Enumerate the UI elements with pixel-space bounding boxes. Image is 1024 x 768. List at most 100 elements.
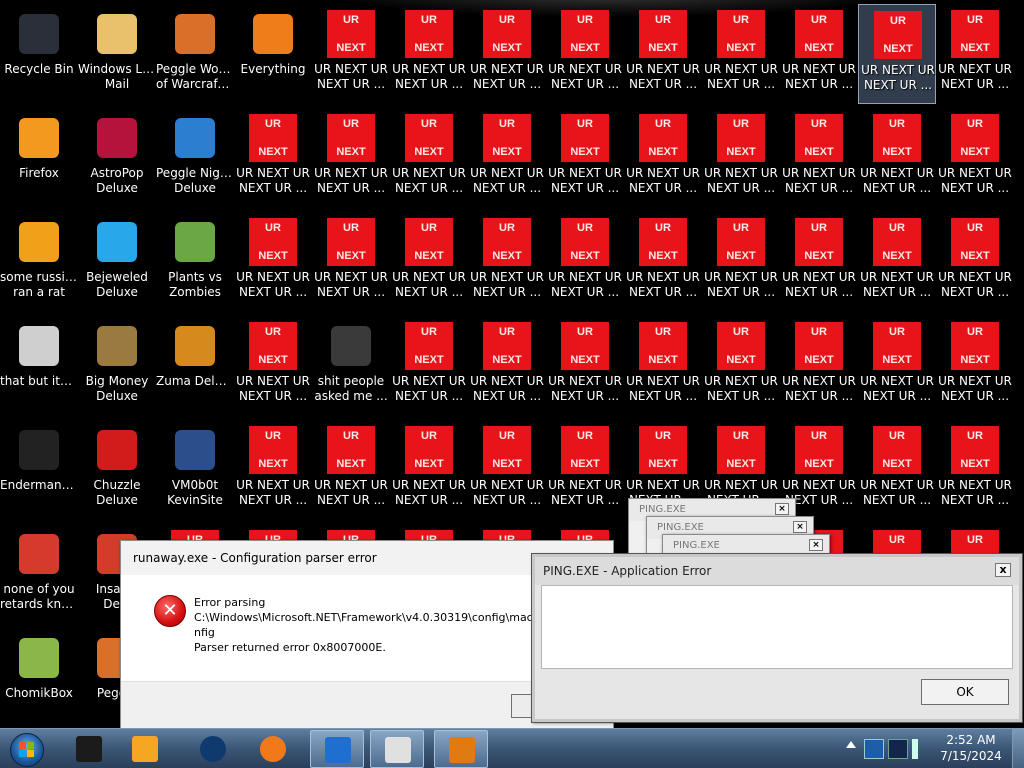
desktop-icon-label: UR NEXT URNEXT UR ...	[624, 166, 702, 196]
ur-next-icon[interactable]: UR NEXT UR NEXT URNEXT UR ...	[780, 316, 858, 416]
ur-next-icon[interactable]: UR NEXT UR NEXT URNEXT UR ...	[858, 108, 936, 208]
ur-next-icon[interactable]: UR NEXT UR NEXT URNEXT UR ...	[234, 316, 312, 416]
error-icon: ✕	[154, 595, 186, 627]
desktop-icon-label: Plants vs Zombies	[156, 270, 234, 300]
taskbar-app-button[interactable]	[62, 730, 116, 768]
ur-next-icon[interactable]: UR NEXT UR NEXT URNEXT UR ...	[702, 316, 780, 416]
ur-next-icon[interactable]: UR NEXT UR NEXT URNEXT UR ...	[936, 108, 1014, 208]
ur-next-icon[interactable]: UR NEXT UR NEXT URNEXT UR ...	[936, 4, 1014, 104]
ur-next-icon[interactable]: UR NEXT UR NEXT URNEXT UR ...	[468, 212, 546, 312]
ur-next-icon[interactable]: UR NEXT UR NEXT URNEXT UR ...	[546, 4, 624, 104]
network-adapter-icon[interactable]	[864, 739, 884, 759]
close-icon[interactable]: ×	[775, 503, 789, 515]
ur-next-icon[interactable]: UR NEXT UR NEXT URNEXT UR ...	[312, 108, 390, 208]
ur-next-icon[interactable]: UR NEXT UR NEXT URNEXT UR ...	[624, 108, 702, 208]
ur-next-icon[interactable]: UR NEXT UR NEXT URNEXT UR ...	[780, 108, 858, 208]
desktop-icon[interactable]: shit people asked me ...	[312, 316, 390, 416]
desktop-icon[interactable]: some russian ran a rat	[0, 212, 78, 312]
ur-next-icon[interactable]: UR NEXT UR NEXT URNEXT UR ...	[234, 420, 312, 520]
next-text: NEXT	[960, 146, 990, 158]
ur-next-icon[interactable]: UR NEXT UR NEXT URNEXT UR ...	[390, 316, 468, 416]
label-line: of Warcraft ...	[156, 77, 234, 91]
ur-text: UR	[733, 118, 749, 130]
ur-next-icon[interactable]: UR NEXT UR NEXT URNEXT UR ...	[858, 4, 936, 104]
desktop-icon[interactable]: Windows Live Mail	[78, 4, 156, 104]
desktop-icon[interactable]: Peggle Nights Deluxe	[156, 108, 234, 208]
ur-next-icon[interactable]: UR NEXT UR NEXT URNEXT UR ...	[468, 316, 546, 416]
ok-button[interactable]: OK	[921, 679, 1009, 705]
ur-next-icon[interactable]: UR NEXT UR NEXT URNEXT UR ...	[546, 420, 624, 520]
desktop-icon-label: UR NEXT URNEXT UR ...	[546, 374, 624, 404]
ur-next-icon[interactable]: UR NEXT UR NEXT URNEXT UR ...	[936, 316, 1014, 416]
desktop-icon[interactable]: Zuma Deluxe	[156, 316, 234, 416]
ur-next-icon[interactable]: UR NEXT UR NEXT URNEXT UR ...	[780, 4, 858, 104]
label-line: NEXT UR ...	[628, 181, 698, 195]
peggle-nights-icon	[175, 118, 215, 158]
label-line: Everything	[240, 62, 306, 76]
ur-next-icon[interactable]: UR NEXT UR NEXT URNEXT UR ...	[936, 420, 1014, 520]
desktop-icon[interactable]: none of you retards kno...	[0, 524, 78, 624]
close-icon[interactable]: ×	[809, 539, 823, 551]
close-icon[interactable]: ×	[793, 521, 807, 533]
desktop-icon-label: some russian ran a rat	[0, 270, 78, 300]
ur-next-icon[interactable]: UR NEXT UR NEXT URNEXT UR ...	[702, 108, 780, 208]
ur-next-icon[interactable]: UR NEXT UR NEXT URNEXT UR ...	[234, 212, 312, 312]
ur-text: UR	[265, 222, 281, 234]
taskbar-app-button[interactable]	[370, 730, 424, 768]
desktop-icon[interactable]: Peggle World of Warcraft ...	[156, 4, 234, 104]
ur-next-icon[interactable]: UR NEXT UR NEXT URNEXT UR ...	[468, 4, 546, 104]
desktop-icon[interactable]: Firefox	[0, 108, 78, 208]
show-desktop-button[interactable]	[1012, 729, 1024, 768]
taskbar-app-button[interactable]	[118, 730, 172, 768]
ur-next-icon[interactable]: UR NEXT UR NEXT URNEXT UR ...	[624, 212, 702, 312]
taskbar-app-button[interactable]	[310, 730, 364, 768]
taskbar-app-button[interactable]	[186, 730, 240, 768]
ur-next-icon[interactable]: UR NEXT UR NEXT URNEXT UR ...	[468, 108, 546, 208]
ur-next-icon[interactable]: UR NEXT UR NEXT URNEXT UR ...	[390, 4, 468, 104]
desktop-icon[interactable]: VM0b0t KevinSite	[156, 420, 234, 520]
close-button[interactable]: x	[995, 563, 1011, 577]
ur-next-icon[interactable]: UR NEXT UR NEXT URNEXT UR ...	[702, 4, 780, 104]
ur-next-icon[interactable]: UR NEXT UR NEXT URNEXT UR ...	[858, 420, 936, 520]
ur-next-icon[interactable]: UR NEXT UR NEXT URNEXT UR ...	[546, 212, 624, 312]
ur-next-icon[interactable]: UR NEXT UR NEXT URNEXT UR ...	[546, 108, 624, 208]
ur-next-icon[interactable]: UR NEXT UR NEXT URNEXT UR ...	[858, 212, 936, 312]
clock[interactable]: 2:52 AM 7/15/2024	[934, 732, 1008, 764]
desktop-icon[interactable]: Bejeweled Deluxe	[78, 212, 156, 312]
next-text: NEXT	[492, 250, 522, 262]
taskbar-app-button[interactable]	[246, 730, 300, 768]
ur-next-icon[interactable]: UR NEXT UR NEXT URNEXT UR ...	[858, 316, 936, 416]
ur-next-icon[interactable]: UR NEXT UR NEXT URNEXT UR ...	[468, 420, 546, 520]
desktop-icon[interactable]: Big Money Deluxe	[78, 316, 156, 416]
monitor-tray-icon[interactable]	[888, 739, 908, 759]
ur-next-icon[interactable]: UR NEXT UR NEXT URNEXT UR ...	[390, 212, 468, 312]
ur-next-icon[interactable]: UR NEXT UR NEXT URNEXT UR ...	[624, 4, 702, 104]
desktop-icon[interactable]: Plants vs Zombies	[156, 212, 234, 312]
desktop-icon[interactable]: AstroPop Deluxe	[78, 108, 156, 208]
desktop-icon[interactable]: Chuzzle Deluxe	[78, 420, 156, 520]
ur-next-icon[interactable]: UR NEXT UR NEXT URNEXT UR ...	[312, 420, 390, 520]
ur-next-icon[interactable]: UR NEXT UR NEXT URNEXT UR ...	[546, 316, 624, 416]
speaker-icon[interactable]	[912, 739, 926, 759]
ur-next-icon[interactable]: UR NEXT UR NEXT URNEXT UR ...	[312, 212, 390, 312]
ur-next-icon[interactable]: UR NEXT UR NEXT URNEXT UR ...	[624, 316, 702, 416]
desktop-icon[interactable]: that but its c#	[0, 316, 78, 416]
desktop-icon[interactable]: Recycle Bin	[0, 4, 78, 104]
label-line: UR NEXT UR	[782, 478, 856, 492]
start-button[interactable]	[4, 730, 48, 768]
ur-next-icon[interactable]: UR NEXT UR NEXT URNEXT UR ...	[390, 420, 468, 520]
ur-next-icon[interactable]: UR NEXT UR NEXT URNEXT UR ...	[234, 108, 312, 208]
ur-next-icon[interactable]: UR NEXT UR NEXT URNEXT UR ...	[312, 4, 390, 104]
ur-next-icon[interactable]: UR NEXT UR NEXT URNEXT UR ...	[780, 212, 858, 312]
ur-next-icon[interactable]: UR NEXT UR NEXT URNEXT UR ...	[702, 212, 780, 312]
label-line: Deluxe	[96, 181, 138, 195]
desktop-icon[interactable]: Endermanc...	[0, 420, 78, 520]
desktop-icon[interactable]: ChomikBox	[0, 628, 78, 728]
ur-next-icon[interactable]: UR NEXT UR NEXT URNEXT UR ...	[936, 212, 1014, 312]
label-line: UR NEXT UR	[704, 62, 778, 76]
desktop-icon[interactable]: Everything	[234, 4, 312, 104]
ur-next-icon[interactable]: UR NEXT UR NEXT URNEXT UR ...	[390, 108, 468, 208]
show-hidden-icons-icon[interactable]	[846, 741, 856, 748]
taskbar-app-button[interactable]	[434, 730, 488, 768]
next-text: NEXT	[414, 42, 444, 54]
